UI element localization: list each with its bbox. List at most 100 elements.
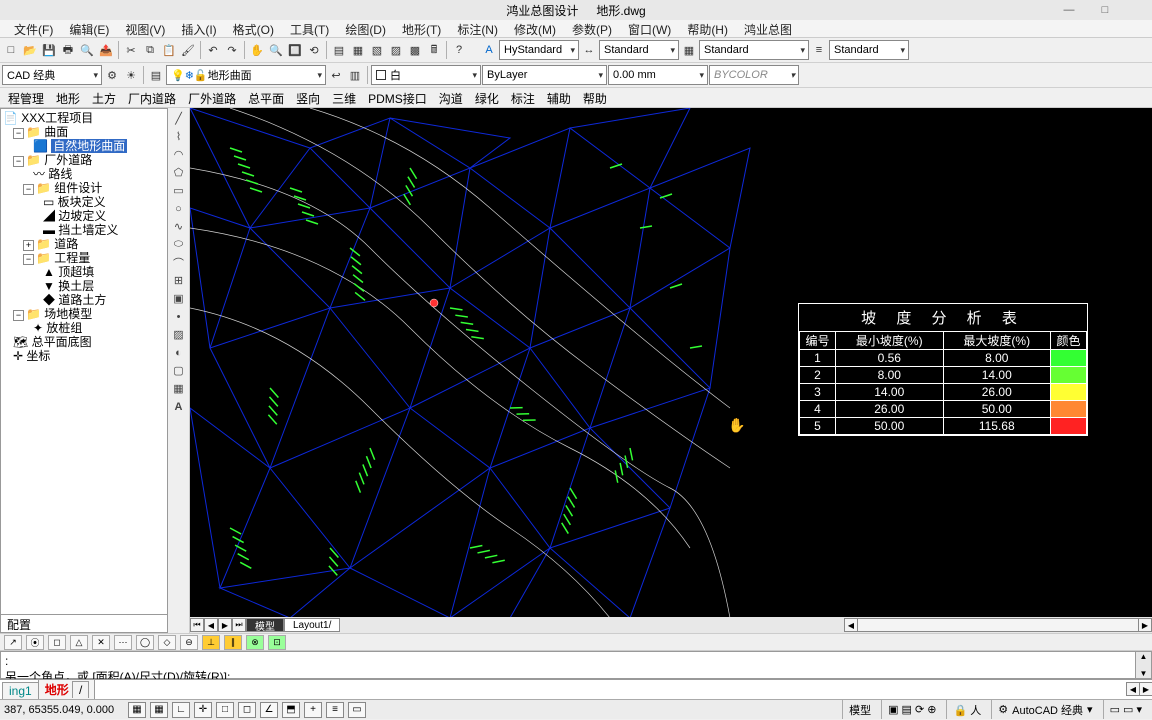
lwt-toggle[interactable]: ≡ <box>326 702 344 718</box>
tree-outroad[interactable]: −📁 厂外道路 <box>3 153 165 167</box>
markup-icon[interactable]: ▩ <box>406 41 424 59</box>
mlstyle-icon[interactable]: ≡ <box>810 41 828 59</box>
tab-inroad[interactable]: 厂内道路 <box>122 88 182 107</box>
textstyle-combo[interactable]: HyStandard <box>499 40 579 60</box>
snap-mid-icon[interactable]: △ <box>70 635 88 650</box>
tree-coord[interactable]: ✛ 坐标 <box>3 349 165 363</box>
menu-insert[interactable]: 插入(I) <box>173 20 224 37</box>
cut-icon[interactable]: ✂ <box>122 41 140 59</box>
status-tray[interactable]: ▭ ▭ ▾ <box>1103 700 1148 719</box>
publish-icon[interactable]: 📤 <box>97 41 115 59</box>
tree-root[interactable]: 📄 XXX工程项目 <box>3 111 165 125</box>
point-icon[interactable]: • <box>170 308 188 325</box>
modelspace-toggle[interactable]: 模型 <box>842 700 877 719</box>
tab-pdms[interactable]: PDMS接口 <box>362 88 433 107</box>
open-icon[interactable]: 📂 <box>21 41 39 59</box>
rect-icon[interactable]: ▭ <box>170 182 188 199</box>
polar-toggle[interactable]: ✛ <box>194 702 212 718</box>
tab-plan[interactable]: 总平面 <box>242 88 290 107</box>
tree-route[interactable]: 〰 路线 <box>3 167 165 181</box>
polygon-icon[interactable]: ⬠ <box>170 164 188 181</box>
line-icon[interactable]: ╱ <box>170 110 188 127</box>
redo-icon[interactable]: ↷ <box>223 41 241 59</box>
tree-slopedef[interactable]: ◢ 边坡定义 <box>3 209 165 223</box>
save-icon[interactable]: 💾 <box>40 41 58 59</box>
region-icon[interactable]: ▢ <box>170 362 188 379</box>
layer-combo[interactable]: 💡❄🔓地形曲面 <box>166 65 326 85</box>
tp-icon[interactable]: ▧ <box>368 41 386 59</box>
ellipse-icon[interactable]: ⬭ <box>170 236 188 253</box>
dc-icon[interactable]: ▦ <box>349 41 367 59</box>
tree-roadcut[interactable]: ◆ 道路土方 <box>3 293 165 307</box>
tab-3d[interactable]: 三维 <box>326 88 362 107</box>
dyn-toggle[interactable]: + <box>304 702 322 718</box>
lineweight-combo[interactable]: 0.00 mm <box>608 65 708 85</box>
annoscale-icon[interactable]: 🔒 人 <box>946 700 987 719</box>
tree-component[interactable]: −📁 组件设计 <box>3 181 165 195</box>
minimize-button[interactable]: — <box>1062 3 1076 17</box>
menu-edit[interactable]: 编辑(E) <box>61 20 117 37</box>
menu-format[interactable]: 格式(O) <box>225 20 282 37</box>
gradient-icon[interactable]: ◐ <box>170 344 188 361</box>
ellipsearc-icon[interactable]: ⌒ <box>170 254 188 271</box>
tab-next-icon[interactable]: ▶ <box>218 618 232 632</box>
ws-gear-icon[interactable]: ⚙ <box>103 66 121 84</box>
tree-site[interactable]: −📁 场地模型 <box>3 307 165 321</box>
dimstyle-combo[interactable]: Standard <box>599 40 679 60</box>
tab-layout1[interactable]: Layout1 / <box>284 618 340 632</box>
cmd-scroll-down-icon[interactable]: ▼ <box>1140 669 1148 678</box>
linetype-combo[interactable]: ByLayer <box>482 65 607 85</box>
osnap-toggle[interactable]: □ <box>216 702 234 718</box>
help-icon[interactable]: ? <box>450 41 468 59</box>
workspace-status[interactable]: ⚙ AutoCAD 经典 ▾ <box>991 700 1098 719</box>
mlstyle-combo[interactable]: Standard <box>829 40 909 60</box>
ducs-toggle[interactable]: ⬒ <box>282 702 300 718</box>
pline-icon[interactable]: ⌇ <box>170 128 188 145</box>
copy-icon[interactable]: ⧉ <box>141 41 159 59</box>
tree-stake[interactable]: ✦ 放桩组 <box>3 321 165 335</box>
zoom-prev-icon[interactable]: ⟲ <box>305 41 323 59</box>
workspace-combo[interactable]: CAD 经典 <box>2 65 102 85</box>
circle-icon[interactable]: ○ <box>170 200 188 217</box>
grid-toggle[interactable]: ▦ <box>150 702 168 718</box>
tree-qty[interactable]: −📁 工程量 <box>3 251 165 265</box>
menu-dim[interactable]: 标注(N) <box>449 20 506 37</box>
tablestyle-combo[interactable]: Standard <box>699 40 809 60</box>
tab-aux[interactable]: 辅助 <box>541 88 577 107</box>
preview-icon[interactable]: 🔍 <box>78 41 96 59</box>
hscroll-right-icon[interactable]: ▶ <box>1138 618 1152 632</box>
block-icon[interactable]: ▣ <box>170 290 188 307</box>
menu-view[interactable]: 视图(V) <box>117 20 173 37</box>
tree-baseplan[interactable]: 🗺 总平面底图 <box>3 335 165 349</box>
close-button[interactable] <box>1134 3 1148 17</box>
tree-block[interactable]: ▭ 板块定义 <box>3 195 165 209</box>
menu-window[interactable]: 窗口(W) <box>620 20 679 37</box>
menu-hongye[interactable]: 鸿业总图 <box>736 20 800 37</box>
tablestyle-icon[interactable]: ▦ <box>680 41 698 59</box>
layer-state-icon[interactable]: ▥ <box>346 66 364 84</box>
dimstyle-icon[interactable]: ↔ <box>580 41 598 59</box>
menu-file[interactable]: 文件(F) <box>6 20 61 37</box>
menu-tool[interactable]: 工具(T) <box>282 20 337 37</box>
snap-from-icon[interactable]: ⦿ <box>26 635 44 650</box>
tab-first-icon[interactable]: ⏮ <box>190 618 204 632</box>
menu-draw[interactable]: 绘图(D) <box>337 20 394 37</box>
paste-icon[interactable]: 📋 <box>160 41 178 59</box>
tree-natural-surface[interactable]: 🟦 自然地形曲面 <box>3 139 165 153</box>
snap-ext-icon[interactable]: ⋯ <box>114 635 132 650</box>
pan-icon[interactable]: ✋ <box>248 41 266 59</box>
tree-exch[interactable]: ▼ 换土层 <box>3 279 165 293</box>
undo-icon[interactable]: ↶ <box>204 41 222 59</box>
3dosnap-toggle[interactable]: ◻ <box>238 702 256 718</box>
snap-perp-icon[interactable]: ⊥ <box>202 635 220 650</box>
menu-help[interactable]: 帮助(H) <box>679 20 736 37</box>
zoom-rt-icon[interactable]: 🔍 <box>267 41 285 59</box>
dwg-tab-1[interactable]: ing1 <box>2 682 39 699</box>
tab-mgmt[interactable]: 程管理 <box>2 88 50 107</box>
snap-cen-icon[interactable]: ◯ <box>136 635 154 650</box>
tab-terrain[interactable]: 地形 <box>50 88 86 107</box>
snap-end-icon[interactable]: ◻ <box>48 635 66 650</box>
ws-sun-icon[interactable]: ☀ <box>122 66 140 84</box>
dwg-tab-2[interactable]: 地形 / <box>38 679 96 699</box>
snap-quad-icon[interactable]: ◇ <box>158 635 176 650</box>
